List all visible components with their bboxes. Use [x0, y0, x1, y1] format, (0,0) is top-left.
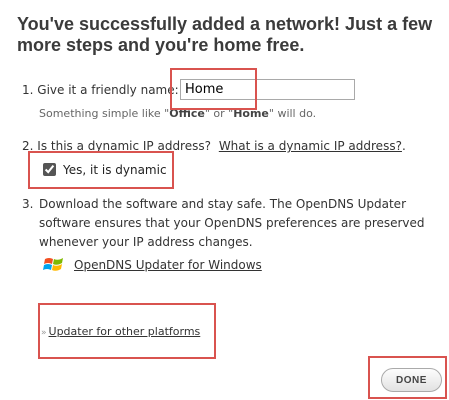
step-1: 1. Give it a friendly name: — [22, 81, 179, 99]
hint-example-office: Office — [169, 107, 205, 120]
step-2-number: 2. — [22, 139, 34, 153]
hint-example-home: Home — [233, 107, 269, 120]
step-3-number: 3. — [22, 197, 34, 211]
friendly-name-hint: Something simple like "Office" or "Home"… — [39, 107, 317, 120]
step-2: 2. Is this a dynamic IP address? What is… — [22, 139, 406, 153]
windows-logo-icon[interactable] — [43, 255, 65, 275]
dynamic-ip-checkbox-label[interactable]: Yes, it is dynamic — [63, 162, 167, 178]
chevron-right-icon: » — [41, 328, 47, 338]
step-1-label: Give it a friendly name: — [37, 83, 179, 97]
dynamic-ip-checkbox[interactable] — [43, 163, 56, 176]
step-1-number: 1. — [22, 83, 34, 97]
friendly-name-input[interactable] — [180, 79, 355, 100]
other-platforms-row: » Updater for other platforms — [41, 324, 200, 341]
windows-updater-link[interactable]: OpenDNS Updater for Windows — [74, 257, 262, 273]
page-title: You've successfully added a network! Jus… — [17, 14, 433, 55]
done-button[interactable]: DONE — [381, 368, 442, 392]
step-2-question: Is this a dynamic IP address? — [37, 139, 211, 153]
other-platforms-link[interactable]: Updater for other platforms — [49, 325, 201, 338]
step-3-description: 3. Download the software and stay safe. T… — [22, 197, 425, 249]
dynamic-ip-help-link[interactable]: What is a dynamic IP address? — [219, 139, 402, 153]
